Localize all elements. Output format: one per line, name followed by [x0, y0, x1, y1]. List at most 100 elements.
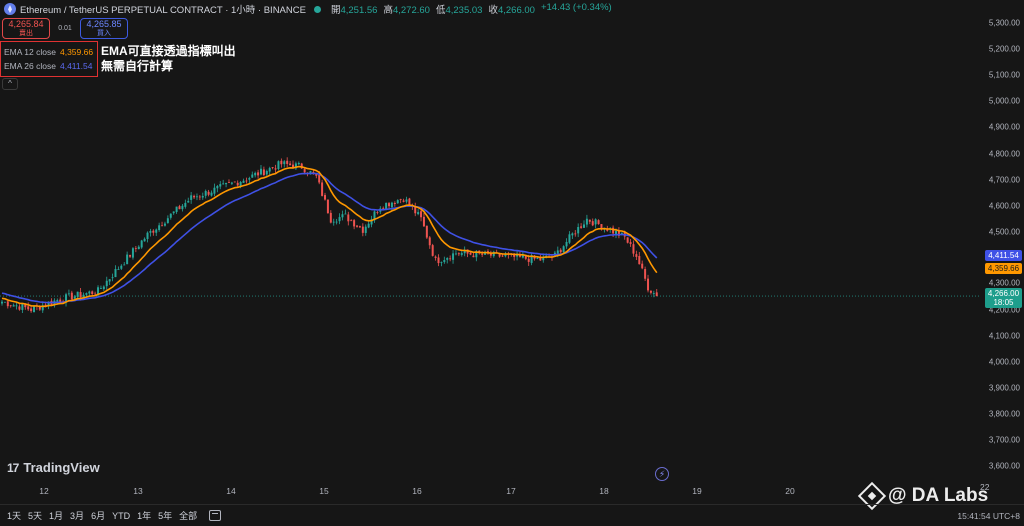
candle-body: [207, 191, 210, 195]
candle-body: [434, 256, 437, 258]
price-label: 5,300.00: [988, 18, 1020, 28]
time-label: 14: [226, 486, 236, 496]
candle-body: [181, 205, 184, 210]
candle-body: [615, 230, 618, 234]
candle-body: [350, 220, 353, 222]
candle-body: [469, 252, 472, 255]
candle-body: [114, 269, 117, 278]
candle-body: [338, 217, 341, 222]
candle-body: [527, 258, 530, 262]
candle-body: [446, 257, 449, 260]
candle-body: [12, 305, 15, 307]
candle-body: [111, 277, 114, 279]
price-label: 4,100.00: [988, 331, 1020, 341]
candle-body: [408, 198, 411, 206]
price-label: 4,900.00: [988, 122, 1020, 132]
close-value: 4,266.00: [497, 5, 535, 16]
range-ytd-button[interactable]: YTD: [112, 511, 130, 521]
candle-body: [472, 255, 475, 258]
candle-body: [73, 296, 76, 299]
candle-body: [358, 226, 361, 228]
candle-body: [597, 220, 600, 225]
range-5d-button[interactable]: 5天: [28, 509, 42, 522]
candle-body: [126, 254, 129, 265]
range-5y-button[interactable]: 5年: [158, 509, 172, 522]
tradingview-logo[interactable]: 17 TradingView: [7, 460, 100, 475]
bottom-toolbar: 1天 5天 1月 3月 6月 YTD 1年 5年 全部 15:41:54 UTC…: [0, 504, 1024, 526]
candle-body: [18, 306, 21, 310]
time-axis[interactable]: 12 13 14 15 16 17 18 19 20: [0, 482, 980, 500]
range-1y-button[interactable]: 1年: [137, 509, 151, 522]
chart-header: Ethereum / TetherUS PERPETUAL CONTRACT ·…: [0, 0, 980, 18]
price-chart[interactable]: [0, 18, 980, 482]
candle-body: [318, 175, 321, 183]
price-label: 4,000.00: [988, 357, 1020, 367]
time-label: 20: [785, 486, 795, 496]
candle-body: [420, 211, 423, 218]
ema26-value: 4,411.54: [59, 61, 93, 71]
price-label: 3,700.00: [988, 435, 1020, 445]
calendar-icon[interactable]: [209, 510, 222, 521]
range-1d-button[interactable]: 1天: [7, 509, 21, 522]
candle-body: [15, 305, 18, 307]
candle-body: [521, 255, 524, 258]
candle-body: [289, 163, 292, 166]
candle-body: [460, 253, 463, 255]
candle-body: [79, 292, 82, 298]
candle-body: [70, 292, 73, 300]
candle-body: [443, 260, 446, 263]
candle-body: [329, 212, 332, 223]
candle-body: [399, 199, 402, 200]
candle-body: [644, 269, 647, 279]
ema12-legend[interactable]: EMA 12 close 4,359.66: [4, 45, 94, 59]
candle-body: [271, 167, 274, 168]
candle-body: [588, 219, 591, 222]
candle-body: [134, 248, 137, 249]
ema26-name: EMA 26 close: [4, 61, 56, 71]
candle-body: [347, 214, 350, 222]
candle-body: [559, 249, 562, 253]
candle-body: [396, 200, 399, 204]
range-1m-button[interactable]: 1月: [49, 509, 63, 522]
candle-body: [268, 168, 271, 172]
candle-body: [481, 253, 484, 255]
market-status-icon: [313, 5, 321, 13]
flash-icon[interactable]: ⚡: [655, 467, 669, 481]
candle-body: [233, 181, 236, 183]
range-6m-button[interactable]: 6月: [91, 509, 105, 522]
ema12-line: [1, 165, 658, 308]
candle-body: [635, 254, 638, 257]
collapse-legend-button[interactable]: ^: [2, 78, 18, 90]
change-value: +14.43 (+0.34%): [540, 2, 612, 13]
candle-body: [222, 183, 225, 185]
candle-body: [454, 253, 457, 255]
price-axis[interactable]: 5,300.00 5,200.00 5,100.00 5,000.00 4,90…: [980, 0, 1024, 482]
symbol-title[interactable]: Ethereum / TetherUS PERPETUAL CONTRACT ·…: [20, 2, 306, 16]
high-label: 高: [383, 5, 393, 16]
candle-body: [562, 246, 565, 253]
candle-body: [574, 233, 577, 235]
candle-body: [254, 172, 257, 176]
candle-body: [568, 234, 571, 243]
ema26-legend[interactable]: EMA 26 close 4,411.54: [4, 59, 94, 73]
range-all-button[interactable]: 全部: [179, 509, 197, 522]
time-label: 12: [39, 486, 49, 496]
range-3m-button[interactable]: 3月: [70, 509, 84, 522]
price-label: 3,900.00: [988, 383, 1020, 393]
candle-body: [59, 299, 62, 302]
utc-clock[interactable]: 15:41:54 UTC+8: [957, 511, 1020, 521]
ema12-name: EMA 12 close: [4, 47, 56, 57]
ethereum-icon: [4, 3, 16, 15]
high-value: 4,272.60: [392, 5, 430, 16]
candle-body: [405, 199, 408, 202]
candle-body: [457, 253, 460, 255]
candle-body: [580, 226, 583, 228]
candle-body: [123, 264, 126, 266]
candle-body: [99, 288, 102, 289]
candle-body: [422, 216, 425, 227]
candle-body: [85, 293, 88, 295]
candle-body: [163, 223, 166, 226]
bar-countdown: 18:05: [993, 298, 1014, 307]
candle-body: [361, 226, 364, 233]
annotation-text: EMA可直接透過指標叫出 無需自行計算: [101, 44, 236, 74]
